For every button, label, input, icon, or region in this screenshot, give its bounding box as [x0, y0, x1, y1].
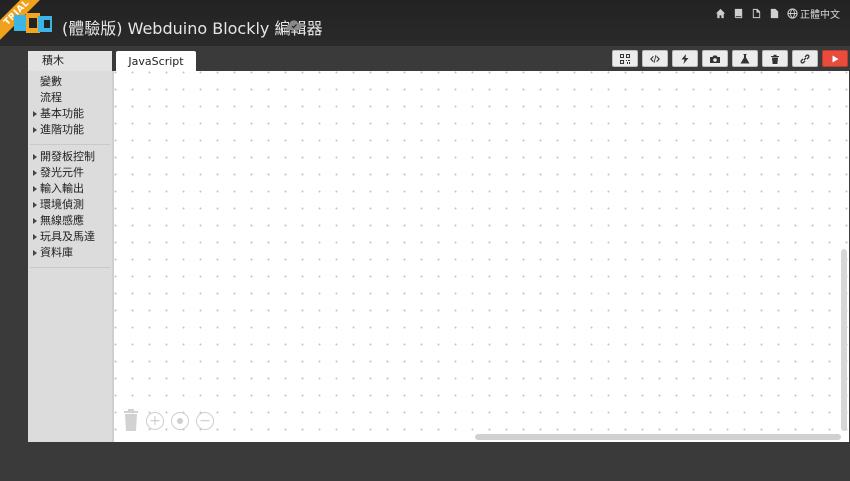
tab-javascript[interactable]: JavaScript [116, 51, 196, 72]
lab-button[interactable] [732, 50, 758, 67]
document-icon[interactable] [769, 8, 780, 19]
toolbox-item-light[interactable]: 發光元件 [28, 165, 112, 181]
flash-button[interactable] [672, 50, 698, 67]
app-header: TRIAL (體驗版) Webduino Blockly 編輯器 正體中文 [0, 0, 850, 46]
trash-icon [771, 54, 779, 64]
toolbox-item-wireless[interactable]: 無線感應 [28, 213, 112, 229]
vertical-scrollbar[interactable] [841, 249, 847, 431]
lightning-icon [681, 53, 689, 64]
zoom-in-icon[interactable]: + [146, 412, 164, 430]
toolbox-item-sensors[interactable]: 環境偵測 [28, 197, 112, 213]
zoom-out-icon[interactable]: − [196, 412, 214, 430]
toolbox-item-io[interactable]: 輸入輸出 [28, 181, 112, 197]
file-icon[interactable] [751, 8, 762, 19]
toolbox-item-database[interactable]: 資料庫 [28, 245, 112, 261]
toolbox-item-toys-motors[interactable]: 玩具及馬達 [28, 229, 112, 245]
delete-button[interactable] [762, 50, 788, 67]
app-title: (體驗版) Webduino Blockly 編輯器 [62, 19, 323, 38]
qrcode-button[interactable] [612, 50, 638, 67]
language-label: 正體中文 [800, 10, 840, 21]
language-selector[interactable]: 正體中文 [787, 6, 840, 21]
blockly-workspace[interactable]: + − [112, 71, 849, 442]
run-button[interactable] [822, 50, 848, 67]
webduino-logo [14, 13, 52, 33]
code-icon [650, 54, 660, 63]
toolbox-divider [30, 144, 110, 145]
play-icon [832, 55, 839, 62]
horizontal-scrollbar[interactable] [475, 434, 841, 440]
toolbox-item-basic[interactable]: 基本功能 [28, 106, 112, 122]
book-icon[interactable] [733, 8, 744, 19]
top-nav: 正體中文 [715, 6, 840, 21]
toolbox-item-variables[interactable]: 變數 [28, 74, 112, 90]
cloud-icon[interactable] [286, 19, 302, 31]
toolbox-item-flow[interactable]: 流程 [28, 90, 112, 106]
toolbox-title: 積木 [28, 51, 112, 71]
camera-icon [710, 55, 720, 63]
block-toolbox: 積木 變數 流程 基本功能 進階功能 開發板控制 發光元件 輸入輸出 環境偵測 … [28, 51, 112, 442]
globe-icon [787, 8, 798, 19]
camera-button[interactable] [702, 50, 728, 67]
flask-icon [740, 53, 750, 63]
qrcode-icon [620, 53, 630, 64]
code-button[interactable] [642, 50, 668, 67]
share-link-button[interactable] [792, 50, 818, 67]
editor-toolbar [612, 50, 848, 67]
toolbox-item-advanced[interactable]: 進階功能 [28, 122, 112, 138]
home-icon[interactable] [715, 8, 726, 19]
toolbox-divider-bottom [30, 267, 110, 268]
zoom-reset-icon[interactable] [171, 412, 189, 430]
toolbox-item-board-control[interactable]: 開發板控制 [28, 149, 112, 165]
link-icon [800, 53, 810, 64]
workspace-trash-icon[interactable] [123, 409, 139, 431]
